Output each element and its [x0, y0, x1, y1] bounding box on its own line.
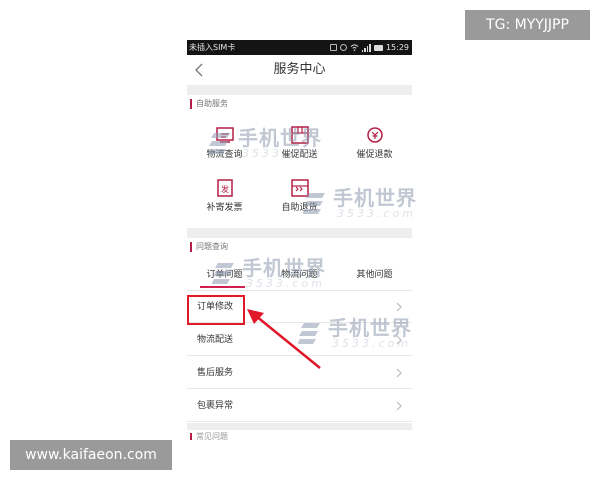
site-watermark: 手机世界 3533.com	[208, 126, 338, 164]
section-label: 自助服务	[196, 99, 228, 108]
section-label: 问题查询	[196, 242, 228, 251]
site-watermark: 手机世界 3533.com	[212, 256, 342, 294]
section-accent-bar	[190, 99, 192, 109]
urge-refund-icon	[366, 127, 383, 143]
watermark-domain: 3533.com	[242, 147, 321, 160]
watermark-name: 手机世界	[242, 256, 326, 280]
watermark-domain: 3533.com	[246, 277, 325, 290]
tab-other-issues[interactable]: 其他问题	[337, 268, 412, 282]
section-header-faq: 常见问题	[187, 430, 412, 440]
status-icons: 15:29	[329, 40, 409, 55]
watermark-name: 手机世界	[328, 316, 412, 340]
watermark-name: 手机世界	[238, 126, 322, 150]
screenshot-canvas: TG: MYYJJPP www.kaifaeon.com 未插入SIM卡 15:…	[0, 0, 600, 480]
section-divider	[187, 423, 412, 430]
carrier-text: 未插入SIM卡	[189, 43, 236, 52]
section-accent-bar	[190, 433, 192, 440]
service-label: 补寄发票	[206, 203, 243, 213]
battery-icon	[373, 44, 383, 51]
list-item-label: 物流配送	[197, 335, 234, 345]
site-watermark: 手机世界 3533.com	[303, 186, 433, 224]
svg-text:发: 发	[221, 184, 229, 194]
chevron-right-icon	[396, 302, 402, 312]
section-header-self-service: 自助服务	[187, 95, 412, 113]
list-item-label: 售后服务	[197, 368, 234, 378]
reissue-invoice-icon: 发	[216, 179, 233, 197]
watermark-domain: 3533.com	[337, 207, 416, 220]
service-reissue-invoice[interactable]: 发 补寄发票	[187, 177, 262, 214]
watermark-name: 手机世界	[333, 186, 417, 210]
page-title: 服务中心	[273, 62, 326, 77]
section-header-question-query: 问题查询	[187, 238, 412, 256]
phone-screen: 未插入SIM卡 15:29 服务中心 自助服务 物流查询 催促配送 催促退款 发…	[187, 40, 412, 440]
section-divider	[187, 228, 412, 238]
watermark-logo-icon	[212, 263, 234, 284]
list-item-label: 包裹异常	[197, 401, 234, 411]
wifi-icon	[350, 44, 359, 51]
chevron-right-icon	[396, 368, 402, 378]
nav-bar: 服务中心	[187, 55, 412, 85]
alarm-icon	[339, 44, 347, 51]
annotation-highlight-box	[187, 295, 245, 325]
section-label: 常见问题	[196, 432, 228, 440]
watermark-logo-icon	[303, 193, 325, 214]
watermark-domain: 3533.com	[332, 337, 411, 350]
section-divider	[187, 85, 412, 95]
chevron-right-icon	[396, 401, 402, 411]
section-accent-bar	[190, 242, 192, 252]
signal-icon	[361, 43, 371, 52]
notification-icon	[329, 44, 337, 51]
status-time: 15:29	[385, 43, 409, 52]
status-bar: 未插入SIM卡 15:29	[187, 40, 412, 55]
annotation-arrow-icon	[247, 309, 321, 369]
service-label: 催促退款	[356, 150, 393, 160]
watermark-tag-top-right: TG: MYYJJPP	[465, 10, 590, 40]
service-urge-refund[interactable]: 催促退款	[337, 124, 412, 161]
list-item-package-exception[interactable]: 包裹异常	[187, 390, 412, 422]
watermark-tag-bottom-left: www.kaifaeon.com	[10, 440, 172, 470]
watermark-logo-icon	[208, 133, 230, 154]
